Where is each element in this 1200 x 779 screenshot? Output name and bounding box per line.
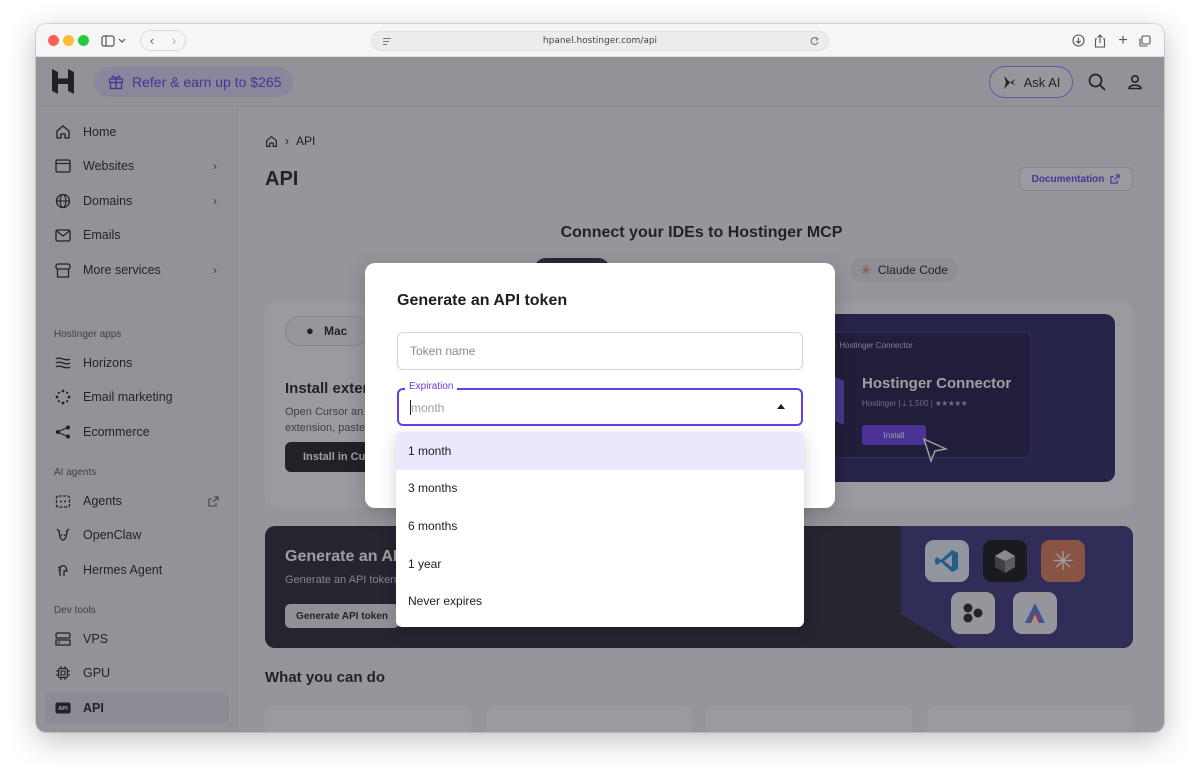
forward-icon[interactable]: › <box>172 33 176 48</box>
expiration-option-1-year[interactable]: 1 year <box>396 545 804 583</box>
download-icon <box>1071 34 1085 47</box>
sidebar-icon <box>101 34 126 47</box>
expiration-option-6-months[interactable]: 6 months <box>396 507 804 545</box>
expiration-option-3-months[interactable]: 3 months <box>396 470 804 508</box>
address-bar[interactable]: hpanel.hostinger.com/api <box>371 31 829 51</box>
sidebar-toggle-button[interactable] <box>98 30 130 51</box>
zoom-window-button[interactable] <box>78 35 89 46</box>
plus-icon: + <box>1118 31 1128 49</box>
expiration-label: Expiration <box>405 381 458 392</box>
nav-buttons: ‹ › <box>140 30 186 51</box>
token-name-input[interactable] <box>397 332 803 370</box>
reload-icon[interactable] <box>809 36 820 47</box>
back-icon[interactable]: ‹ <box>150 33 154 48</box>
modal-title: Generate an API token <box>397 292 568 309</box>
new-tab-button[interactable]: + <box>1116 30 1130 51</box>
expiration-select[interactable]: Expiration month <box>397 381 803 426</box>
tabs-icon <box>1139 34 1151 47</box>
browser-toolbar: ‹ › hpanel.hostinger.com/api + <box>36 24 1164 57</box>
expiration-value: month <box>411 401 445 415</box>
close-window-button[interactable] <box>48 35 59 46</box>
share-button[interactable] <box>1093 30 1107 51</box>
chevron-up-icon[interactable] <box>777 404 785 409</box>
expiration-option-1-month[interactable]: 1 month <box>396 432 804 470</box>
url-text: hpanel.hostinger.com/api <box>542 36 658 46</box>
expiration-option-never[interactable]: Never expires <box>396 582 804 620</box>
expiration-dropdown: 1 month 3 months 6 months 1 year Never e… <box>396 432 804 627</box>
share-icon <box>1094 33 1106 48</box>
downloads-button[interactable] <box>1071 30 1085 51</box>
browser-window: ‹ › hpanel.hostinger.com/api + Refer & e… <box>36 24 1164 732</box>
tab-overview-button[interactable] <box>1138 30 1152 51</box>
minimize-window-button[interactable] <box>63 35 74 46</box>
